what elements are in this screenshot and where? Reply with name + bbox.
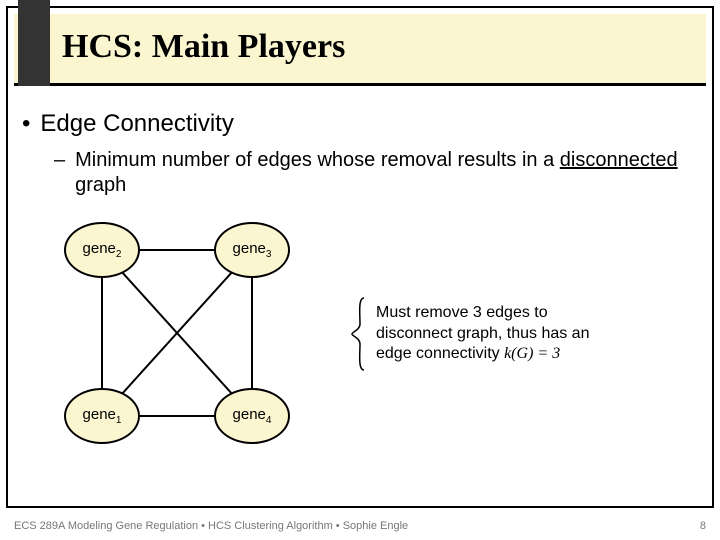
node-label: gene2 <box>83 240 122 260</box>
page-number: 8 <box>700 520 706 532</box>
bullet-l2-underlined: disconnected <box>560 149 678 171</box>
bullet-dash-icon: – <box>54 148 65 173</box>
node-label: gene4 <box>233 406 272 426</box>
content-area: • Edge Connectivity – Minimum number of … <box>20 110 700 500</box>
footer-text: ECS 289A Modeling Gene Regulation • HCS … <box>14 520 408 532</box>
annotation-text: Must remove 3 edges to disconnect graph,… <box>376 303 589 365</box>
graph-diagram: gene2 gene3 gene1 gene4 <box>56 220 316 460</box>
title-bar: HCS: Main Players <box>14 14 706 86</box>
curly-brace-icon <box>350 296 368 372</box>
bullet-dot-icon: • <box>22 110 30 138</box>
bullet-level-2: – Minimum number of edges whose removal … <box>54 148 700 198</box>
node-label: gene1 <box>83 406 122 426</box>
graph-node-gene3: gene3 <box>214 222 290 278</box>
annotation-expr: k(G) = 3 <box>504 345 560 362</box>
bullet-l2-post: graph <box>75 174 126 196</box>
bullet-l2-text: Minimum number of edges whose removal re… <box>75 148 700 198</box>
annotation-line1: Must remove 3 edges to <box>376 304 548 321</box>
footer: ECS 289A Modeling Gene Regulation • HCS … <box>14 520 706 532</box>
graph-node-gene1: gene1 <box>64 388 140 444</box>
bullet-level-1: • Edge Connectivity <box>20 110 700 138</box>
bullet-l2-pre: Minimum number of edges whose removal re… <box>75 149 560 171</box>
bullet-l1-text: Edge Connectivity <box>40 110 233 138</box>
title-accent-block <box>18 0 50 86</box>
slide-title: HCS: Main Players <box>62 28 345 66</box>
graph-node-gene2: gene2 <box>64 222 140 278</box>
node-label: gene3 <box>233 240 272 260</box>
annotation-line2: disconnect graph, thus has an <box>376 325 589 342</box>
annotation-box: Must remove 3 edges to disconnect graph,… <box>350 296 690 372</box>
graph-node-gene4: gene4 <box>214 388 290 444</box>
annotation-line3-pre: edge connectivity <box>376 345 504 362</box>
